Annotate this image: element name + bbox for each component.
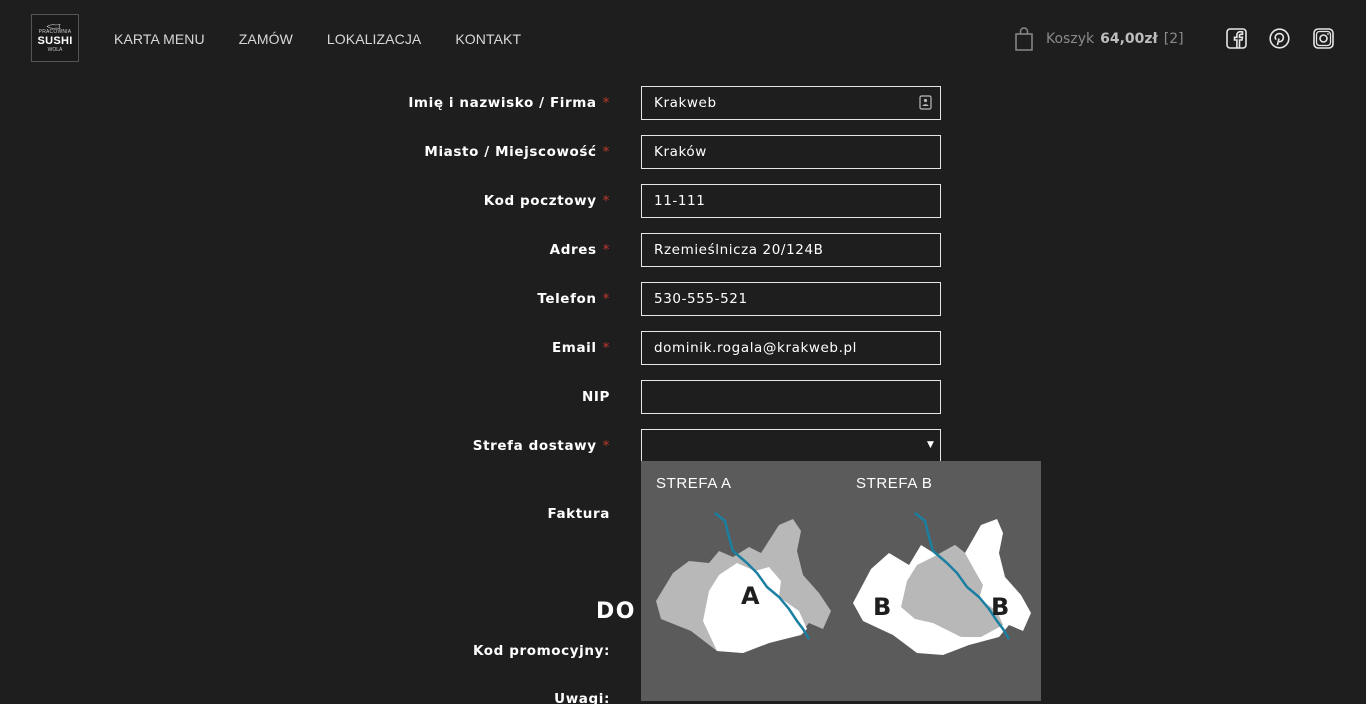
dropdown-arrow-icon[interactable]: ▼ (927, 440, 934, 450)
zone-a-letter: A (741, 582, 760, 610)
phone-label: Telefon * (537, 291, 610, 307)
phone-input[interactable] (641, 282, 941, 316)
main-nav: KARTA MENU ZAMÓW LOKALIZACJA KONTAKT (114, 31, 555, 47)
cart-link[interactable]: Koszyk 64,00zł [2] (1014, 27, 1184, 51)
email-label: Email * (551, 340, 610, 356)
postal-label: Kod pocztowy * (483, 193, 610, 209)
email-input[interactable] (641, 331, 941, 365)
nav-item-order[interactable]: ZAMÓW (239, 31, 293, 47)
row-name: Imię i nazwisko / Firma * (0, 86, 1366, 120)
zone-b-title: STREFA B (856, 475, 933, 492)
zone-b-letter-right: B (991, 593, 1009, 621)
address-label: Adres * (549, 242, 610, 258)
zone-select[interactable] (641, 429, 941, 463)
row-address: Adres * (0, 233, 1366, 267)
nip-label: NIP (581, 389, 610, 405)
notes-label: Uwagi: (554, 691, 610, 704)
name-label: Imię i nazwisko / Firma * (408, 95, 610, 111)
required-mark: * (602, 291, 610, 307)
instagram-icon[interactable] (1313, 28, 1334, 49)
zone-b-letter-left: B (873, 593, 891, 621)
nav-item-menu[interactable]: KARTA MENU (114, 31, 205, 47)
address-input[interactable] (641, 233, 941, 267)
nip-input[interactable] (641, 380, 941, 414)
pinterest-icon[interactable] (1269, 28, 1290, 49)
row-phone: Telefon * (0, 282, 1366, 316)
fish-icon (46, 23, 61, 29)
promo-label: Kod promocyjny: (472, 643, 610, 659)
facebook-icon[interactable] (1226, 28, 1247, 49)
required-mark: * (602, 95, 610, 111)
postal-input[interactable] (641, 184, 941, 218)
logo[interactable]: PRACOWNIA SUSHI WOLA (31, 14, 79, 62)
nav-item-contact[interactable]: KONTAKT (455, 31, 521, 47)
city-input[interactable] (641, 135, 941, 169)
zone-label: Strefa dostawy * (472, 438, 610, 454)
cart-label: Koszyk (1046, 31, 1095, 47)
row-email: Email * (0, 331, 1366, 365)
required-mark: * (602, 242, 610, 258)
delivery-zones-popup: STREFA A STREFA B A B B (641, 461, 1041, 701)
invoice-label: Faktura (547, 506, 610, 522)
required-mark: * (602, 340, 610, 356)
zone-b-map[interactable]: B B (851, 511, 1041, 659)
contact-card-icon[interactable] (919, 95, 932, 110)
row-postal: Kod pocztowy * (0, 184, 1366, 218)
row-nip: NIP (0, 380, 1366, 414)
required-mark: * (602, 438, 610, 454)
cart-count: [2] (1163, 31, 1184, 47)
logo-line-2: SUSHI (37, 34, 73, 47)
site-header: PRACOWNIA SUSHI WOLA KARTA MENU ZAMÓW LO… (0, 0, 1366, 76)
name-input[interactable] (641, 86, 941, 120)
nav-item-location[interactable]: LOKALIZACJA (327, 31, 421, 47)
row-city: Miasto / Miejscowość * (0, 135, 1366, 169)
required-mark: * (602, 193, 610, 209)
section-heading: DO (596, 599, 636, 624)
required-mark: * (602, 144, 610, 160)
logo-line-1: PRACOWNIA (38, 28, 72, 35)
shopping-bag-icon (1015, 27, 1033, 51)
cart-total: 64,00zł (1100, 31, 1158, 47)
logo-line-3: WOLA (47, 46, 63, 53)
zone-a-title: STREFA A (656, 475, 732, 492)
zone-a-map[interactable]: A (651, 511, 841, 659)
city-label: Miasto / Miejscowość * (424, 144, 610, 160)
row-zone: Strefa dostawy * ▼ (0, 429, 1366, 463)
